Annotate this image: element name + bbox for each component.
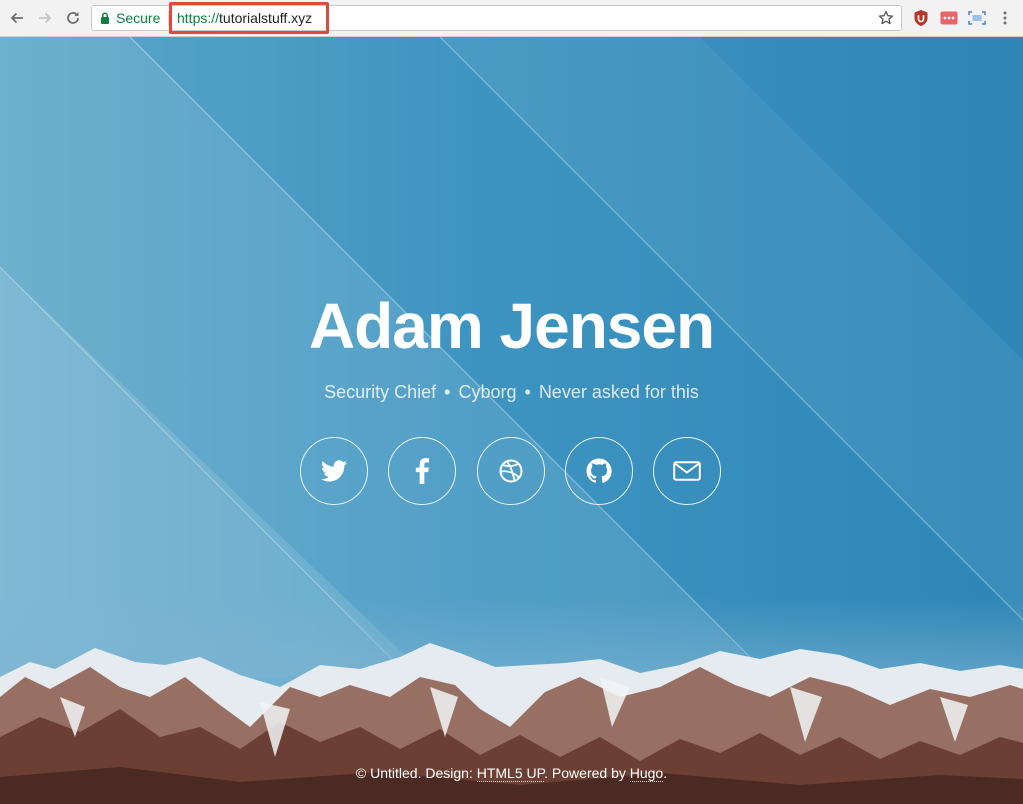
screen-capture-extension-button[interactable]: [968, 9, 986, 27]
tagline-item: Security Chief: [324, 382, 437, 402]
browser-toolbar: Secure https://tutorialstuff.xyz: [0, 0, 1023, 37]
twitter-link[interactable]: [300, 437, 368, 505]
copyright-text: © Untitled. Design:: [355, 765, 477, 781]
facebook-icon: [415, 458, 429, 484]
vertical-dots-icon: [1003, 11, 1007, 25]
dribbble-link[interactable]: [477, 437, 545, 505]
background-illustration: [0, 37, 1023, 804]
reload-button[interactable]: [63, 8, 83, 28]
password-extension-button[interactable]: [940, 9, 958, 27]
menu-button[interactable]: [996, 9, 1014, 27]
html5up-link[interactable]: HTML5 UP: [476, 765, 545, 782]
url-scheme: https://: [177, 10, 220, 26]
ublock-shield-icon: [914, 10, 928, 26]
security-indicator[interactable]: Secure: [100, 6, 160, 30]
forward-button[interactable]: [35, 8, 55, 28]
powered-text: . Powered by: [544, 765, 630, 781]
arrow-left-icon: [10, 12, 23, 24]
envelope-icon: [673, 461, 701, 481]
url-host: tutorialstuff.xyz: [219, 10, 313, 26]
reload-icon: [67, 12, 79, 24]
tagline-item: Cyborg: [458, 382, 517, 402]
footer-period: .: [663, 765, 668, 781]
star-icon: [878, 10, 894, 25]
back-button[interactable]: [7, 8, 27, 28]
tagline: Security Chief • Cyborg • Never asked for th…: [0, 382, 1023, 403]
social-links: [300, 437, 723, 507]
hero-section: Adam Jensen Security Chief • Cyborg • Never …: [0, 37, 1023, 804]
password-dots-icon: [940, 11, 958, 25]
tagline-separator: •: [444, 382, 451, 402]
ublock-extension-button[interactable]: [912, 9, 930, 27]
secure-label: Secure: [116, 10, 161, 26]
url-text[interactable]: https://tutorialstuff.xyz: [169, 2, 329, 34]
email-link[interactable]: [653, 437, 721, 505]
twitter-icon: [321, 460, 347, 482]
github-link[interactable]: [565, 437, 633, 505]
page-title: Adam Jensen: [308, 290, 715, 362]
address-bar[interactable]: Secure https://tutorialstuff.xyz: [91, 2, 902, 34]
hugo-link[interactable]: Hugo: [629, 765, 664, 782]
facebook-link[interactable]: [388, 437, 456, 505]
github-icon: [586, 458, 612, 483]
tagline-item: Never asked for this: [538, 382, 699, 402]
bookmark-button[interactable]: [877, 9, 895, 27]
footer: © Untitled. Design: HTML5 UP. Powered by…: [0, 765, 1023, 782]
screen-capture-icon: [968, 11, 986, 25]
tagline-separator: •: [524, 382, 531, 402]
arrow-right-icon: [39, 12, 52, 24]
lock-icon: [101, 12, 109, 24]
dribbble-icon: [499, 459, 523, 483]
